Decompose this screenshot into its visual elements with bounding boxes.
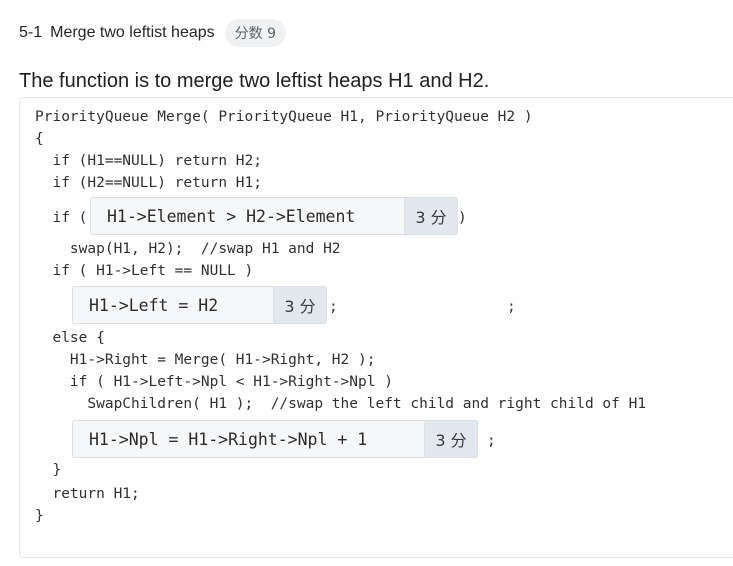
code-line: return H1; xyxy=(35,486,140,502)
answer-blank-2[interactable]: H1->Left = H2 3 分 xyxy=(72,286,327,324)
code-line: if (H1==NULL) return H2; xyxy=(35,153,262,169)
question-prompt: The function is to merge two leftist hea… xyxy=(19,70,490,92)
question-header: 5-1 Merge two leftist heaps 分数 9 xyxy=(19,19,287,47)
code-line: } xyxy=(35,462,62,478)
answer-input-3[interactable]: H1->Npl = H1->Right->Npl + 1 xyxy=(72,420,424,458)
question-title: Merge two leftist heaps xyxy=(50,24,215,41)
code-line: if ( H1->Left == NULL ) xyxy=(35,263,254,279)
code-line: swap(H1, H2); //swap H1 and H2 xyxy=(35,241,341,257)
question-number: 5-1 xyxy=(19,24,43,41)
answer-blank-3[interactable]: H1->Npl = H1->Right->Npl + 1 3 分 xyxy=(72,420,478,458)
code-line: } xyxy=(35,508,44,524)
code-line: H1->Right = Merge( H1->Right, H2 ); xyxy=(35,352,376,368)
code-line: if (H2==NULL) return H1; xyxy=(35,175,262,191)
code-line: { xyxy=(35,131,44,147)
answer-input-2[interactable]: H1->Left = H2 xyxy=(72,286,273,324)
answer-blank-1[interactable]: H1->Element > H2->Element 3 分 xyxy=(90,197,458,235)
code-line: else { xyxy=(35,330,105,346)
code-line: ; xyxy=(507,299,516,315)
code-line: ; xyxy=(487,433,496,449)
score-badge: 分数 9 xyxy=(224,19,287,47)
points-label-1: 3 分 xyxy=(404,197,458,235)
code-line: PriorityQueue Merge( PriorityQueue H1, P… xyxy=(35,109,533,125)
code-line: SwapChildren( H1 ); //swap the left chil… xyxy=(35,396,647,412)
code-line: if ( H1->Left->Npl < H1->Right->Npl ) xyxy=(35,374,393,390)
points-label-2: 3 分 xyxy=(273,286,327,324)
answer-input-1[interactable]: H1->Element > H2->Element xyxy=(90,197,404,235)
points-label-3: 3 分 xyxy=(424,420,478,458)
code-line: if ( xyxy=(35,210,88,226)
code-line: ) xyxy=(458,210,467,226)
code-line: ; xyxy=(329,299,338,315)
code-panel: PriorityQueue Merge( PriorityQueue H1, P… xyxy=(19,97,733,558)
